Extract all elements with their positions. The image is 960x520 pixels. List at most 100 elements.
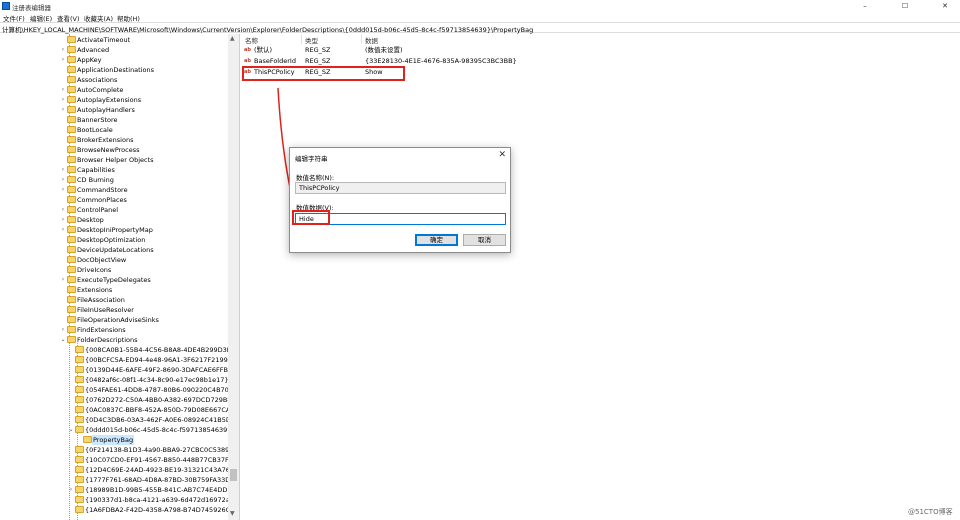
- tree-item[interactable]: BrokerExtensions: [0, 135, 228, 145]
- tree-expander-icon[interactable]: ›: [60, 206, 66, 214]
- tree-expander-icon[interactable]: ›: [60, 276, 66, 284]
- tree-item[interactable]: {0139D44E-6AFE-49F2-8690-3DAFCAE6FFB8}: [0, 365, 236, 375]
- registry-editor-window: 注册表编辑器 – ☐ ✕ 文件(F) 编辑(E) 查看(V) 收藏夹(A) 帮助…: [0, 0, 960, 520]
- tree-item-selected[interactable]: PropertyBag: [0, 435, 228, 445]
- column-separator[interactable]: [301, 34, 302, 44]
- tree-expander-icon[interactable]: ⌄: [68, 426, 74, 434]
- tree-item[interactable]: › FindExtensions: [0, 325, 228, 335]
- tree-item[interactable]: {00BCFC5A-ED94-4e48-96A1-3F6217F21990}: [0, 355, 236, 365]
- minimize-button[interactable]: –: [850, 0, 880, 12]
- address-bar[interactable]: 计算机\HKEY_LOCAL_MACHINE\SOFTWARE\Microsof…: [0, 22, 960, 34]
- tree-expander-icon[interactable]: ›: [68, 486, 74, 494]
- tree-item-label: DesktopIniPropertyMap: [77, 226, 153, 234]
- tree-scrollbar[interactable]: ▲ ▼: [228, 34, 239, 520]
- tree-expander-icon[interactable]: ⌄: [60, 336, 66, 344]
- value-data: (数值未设置): [365, 46, 403, 54]
- tree-item-label: FileOperationAdviseSinks: [77, 316, 159, 324]
- tree-expander-icon[interactable]: ›: [60, 96, 66, 104]
- tree-item[interactable]: BannerStore: [0, 115, 228, 125]
- scroll-up-icon[interactable]: ▲: [230, 35, 235, 42]
- tree-item[interactable]: FileAssociation: [0, 295, 228, 305]
- column-header-data[interactable]: 数据: [365, 35, 378, 45]
- column-separator[interactable]: [361, 34, 362, 44]
- edit-string-dialog: 编辑字符串 ✕ 数值名称(N): ThisPCPolicy 数值数据(V): H…: [289, 147, 511, 253]
- tree-item[interactable]: {12D4C69E-24AD-4923-BE19-31321C43A767}: [0, 465, 238, 475]
- tree-expander-icon[interactable]: ›: [60, 186, 66, 194]
- tree-item[interactable]: {0482af6c-08f1-4c34-8c90-e17ec98b1e17}: [0, 375, 228, 385]
- tree-item[interactable]: Associations: [0, 75, 228, 85]
- tree-expander-icon[interactable]: ›: [60, 326, 66, 334]
- tree-item-label: {190337d1-b8ca-4121-a639-6d472d16972a}: [85, 496, 234, 504]
- tree-item[interactable]: DriveIcons: [0, 265, 228, 275]
- tree-item[interactable]: {054FAE61-4DD8-4787-80B6-090220C4B700}: [0, 385, 237, 395]
- tree-item[interactable]: › Capabilities: [0, 165, 228, 175]
- tree-item[interactable]: › ExecuteTypeDelegates: [0, 275, 228, 285]
- scroll-down-icon[interactable]: ▼: [230, 510, 235, 517]
- tree-item[interactable]: › AutoplayHandlers: [0, 105, 228, 115]
- hide-value-highlight-annotation: [292, 210, 330, 225]
- tree-item[interactable]: ⌄ FolderDescriptions: [0, 335, 228, 345]
- tree-item-label: {1A6FDBA2-F42D-4358-A798-B74D745926C5}: [85, 506, 239, 514]
- folder-icon: [75, 446, 84, 453]
- tree-item[interactable]: › CD Burning: [0, 175, 228, 185]
- tree-item[interactable]: {0762D272-C50A-4BB0-A382-697DCD729B80}: [0, 395, 239, 405]
- tree-expander-icon[interactable]: ›: [60, 166, 66, 174]
- folder-icon: [75, 426, 84, 433]
- tree-expander-icon[interactable]: ›: [60, 226, 66, 234]
- tree-item[interactable]: ApplicationDestinations: [0, 65, 228, 75]
- tree-expander-icon[interactable]: ›: [60, 176, 66, 184]
- tree-item[interactable]: FileOperationAdviseSinks: [0, 315, 228, 325]
- tree-item[interactable]: {1A6FDBA2-F42D-4358-A798-B74D745926C5}: [0, 505, 238, 515]
- folder-icon: [75, 456, 84, 463]
- tree-item[interactable]: › ControlPanel: [0, 205, 228, 215]
- tree-expander-icon[interactable]: ›: [60, 46, 66, 54]
- tree-item[interactable]: {0D4C3DB6-03A3-462F-A0E6-08924C41B5D4}: [0, 415, 239, 425]
- maximize-button[interactable]: ☐: [890, 0, 920, 12]
- tree-item-label: FileInUseResolver: [77, 306, 134, 314]
- tree-item[interactable]: ActivateTimeout: [0, 35, 228, 45]
- column-header-type[interactable]: 类型: [305, 35, 318, 45]
- tree-item[interactable]: {190337d1-b8ca-4121-a639-6d472d16972a}: [0, 495, 234, 505]
- tree-item-label: DesktopOptimization: [77, 236, 146, 244]
- folder-icon: [67, 126, 76, 133]
- cancel-button[interactable]: 取消: [463, 234, 506, 246]
- tree-item[interactable]: › {18989B1D-99B5-455B-841C-AB7C74E4DDFC}: [0, 485, 239, 495]
- regedit-app-icon: [2, 2, 10, 10]
- column-header-name[interactable]: 名称: [245, 35, 258, 45]
- tree-item[interactable]: FileInUseResolver: [0, 305, 228, 315]
- tree-item[interactable]: › AppKey: [0, 55, 228, 65]
- tree-expander-icon[interactable]: ›: [60, 106, 66, 114]
- tree-item[interactable]: {008CA0B1-55B4-4C56-B8A8-4DE4B299D3BE}: [0, 345, 239, 355]
- tree-item[interactable]: DocObjectView: [0, 255, 228, 265]
- tree-item[interactable]: › AutoplayExtensions: [0, 95, 228, 105]
- tree-item[interactable]: BootLocale: [0, 125, 228, 135]
- tree-item[interactable]: › DesktopIniPropertyMap: [0, 225, 228, 235]
- tree-item-label: Associations: [77, 76, 118, 84]
- tree-item[interactable]: ⌄ {0ddd015d-b06c-45d5-8c4c-f59713854639}: [0, 425, 231, 435]
- tree-item[interactable]: {1777F761-68AD-4D8A-87BD-30B759FA33DD}: [0, 475, 239, 485]
- tree-expander-icon[interactable]: ›: [60, 216, 66, 224]
- address-path[interactable]: 计算机\HKEY_LOCAL_MACHINE\SOFTWARE\Microsof…: [2, 24, 533, 34]
- tree-item[interactable]: DesktopOptimization: [0, 235, 228, 245]
- tree-item[interactable]: {0AC0837C-BBF8-452A-850D-79D08E667CA7}: [0, 405, 239, 415]
- tree-item[interactable]: {10C07CD0-EF91-4567-B850-448B77CB37F9}: [0, 455, 237, 465]
- tree-item[interactable]: BrowseNewProcess: [0, 145, 228, 155]
- tree-item-label: DriveIcons: [77, 266, 112, 274]
- value-row[interactable]: ab (默认) REG_SZ (数值未设置): [241, 45, 541, 56]
- tree-item[interactable]: Browser Helper Objects: [0, 155, 228, 165]
- tree-item-label: ExecuteTypeDelegates: [77, 276, 151, 284]
- tree-expander-icon[interactable]: ›: [60, 86, 66, 94]
- tree-item[interactable]: DeviceUpdateLocations: [0, 245, 228, 255]
- tree-item[interactable]: › Advanced: [0, 45, 228, 55]
- tree-expander-icon[interactable]: ›: [60, 56, 66, 64]
- dialog-close-icon[interactable]: ✕: [498, 150, 506, 160]
- tree-item[interactable]: Extensions: [0, 285, 228, 295]
- tree-item[interactable]: {0F214138-B1D3-4a90-BBA9-27CBC0C5389A}: [0, 445, 238, 455]
- tree-item[interactable]: › Desktop: [0, 215, 228, 225]
- tree-item[interactable]: CommonPlaces: [0, 195, 228, 205]
- tree-item[interactable]: › CommandStore: [0, 185, 228, 195]
- scrollbar-thumb[interactable]: [230, 469, 237, 481]
- ok-button[interactable]: 确定: [415, 234, 458, 246]
- tree-item[interactable]: › AutoComplete: [0, 85, 228, 95]
- close-button[interactable]: ✕: [930, 0, 960, 12]
